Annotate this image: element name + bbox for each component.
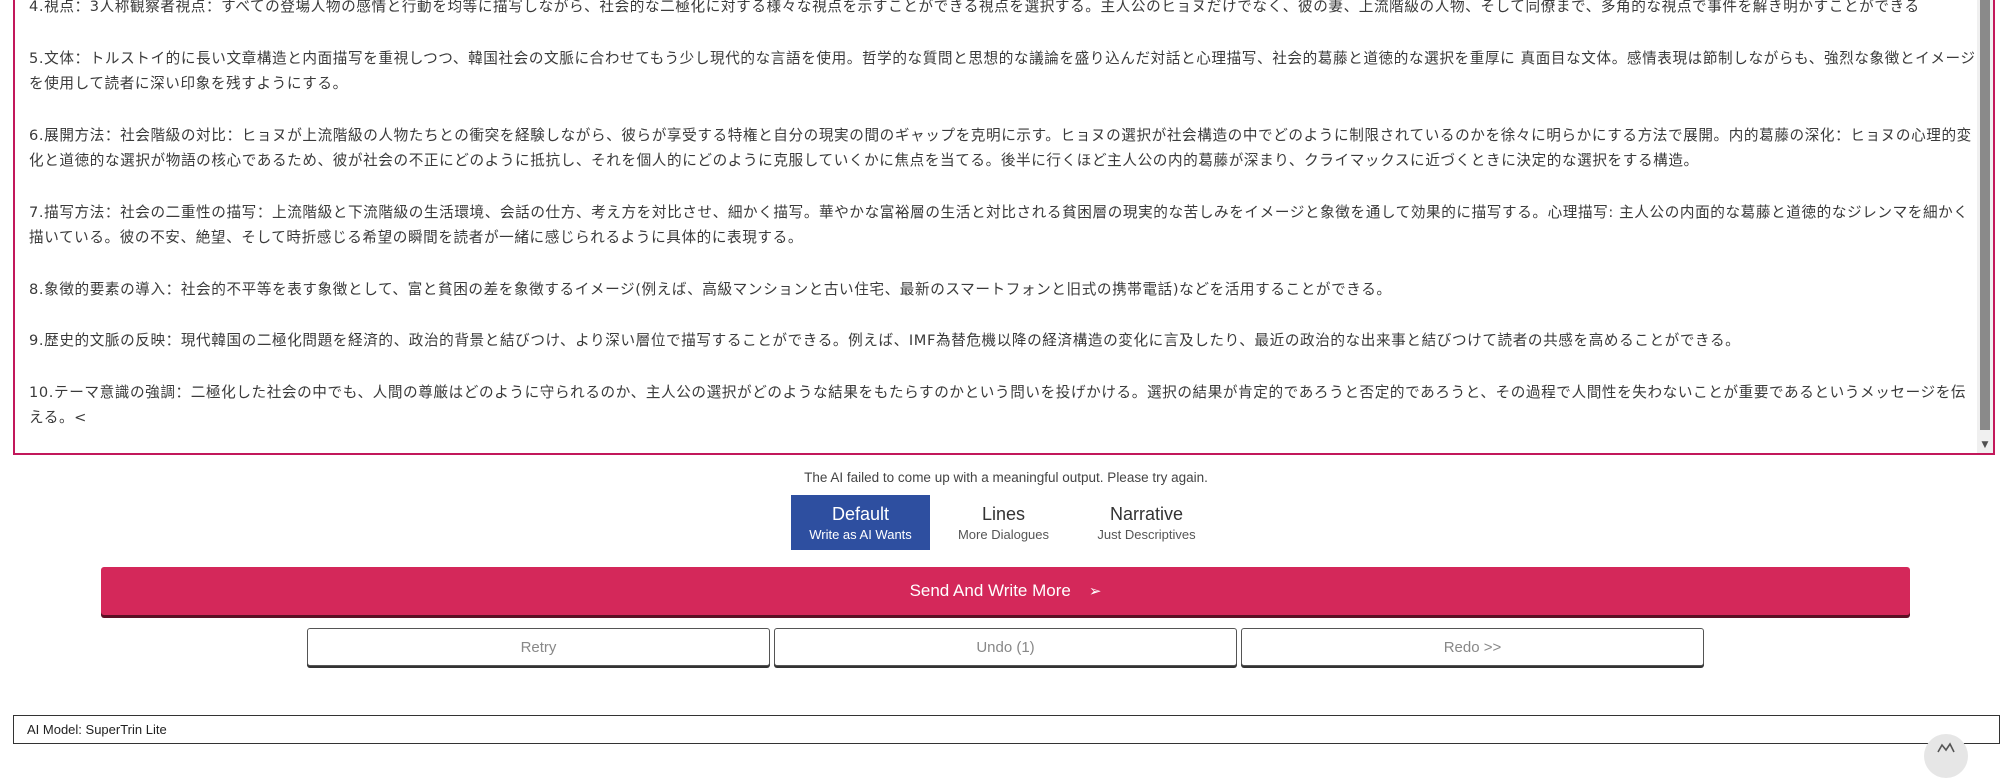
retry-button[interactable]: Retry xyxy=(307,628,770,666)
paragraph-10: 10.テーマ意識の強調：二極化した社会の中でも、人間の尊厳はどのように守られるの… xyxy=(29,383,1967,427)
send-button-label: Send And Write More xyxy=(909,581,1071,600)
story-editor[interactable]: 4.視点：3人称観察者視点：すべての登場人物の感情と行動を均等に描写しながら、社… xyxy=(13,0,1995,455)
send-and-write-more-button[interactable]: Send And Write More ➢ xyxy=(101,567,1910,615)
send-arrow-icon: ➢ xyxy=(1088,583,1102,600)
status-message: The AI failed to come up with a meaningf… xyxy=(804,470,1208,485)
paragraph-5: 5.文体：トルストイ的に長い文章構造と内面描写を重視しつつ、韓国社会の文脈に合わ… xyxy=(29,49,1976,93)
paragraph-6: 6.展開方法：社会階級の対比：ヒョヌが上流階級の人物たちとの衝突を経験しながら、… xyxy=(29,126,1972,170)
scrollbar-thumb[interactable] xyxy=(1980,0,1990,430)
scroll-down-arrow-icon[interactable]: ▼ xyxy=(1977,437,1993,453)
ai-model-selector[interactable]: AI Model: SuperTrin Lite xyxy=(13,715,2000,744)
paragraph-4: 4.視点：3人称観察者視点：すべての登場人物の感情と行動を均等に描写しながら、社… xyxy=(29,0,1920,15)
writing-mode-selector: Default Write as AI Wants Lines More Dia… xyxy=(791,495,1220,550)
mode-default-button[interactable]: Default Write as AI Wants xyxy=(791,495,930,550)
editor-scrollbar[interactable]: ▼ xyxy=(1977,0,1993,453)
mode-title: Lines xyxy=(981,503,1026,524)
mode-title: Narrative xyxy=(1109,503,1184,524)
mode-narrative-button[interactable]: Narrative Just Descriptives xyxy=(1077,495,1216,550)
mode-lines-button[interactable]: Lines More Dialogues xyxy=(934,495,1073,550)
redo-button[interactable]: Redo >> xyxy=(1241,628,1704,666)
paragraph-8: 8.象徴的要素の導入：社会的不平等を表す象徴として、富と貧困の差を象徴するイメー… xyxy=(29,280,1392,298)
history-controls: Retry Undo (1) Redo >> xyxy=(307,628,1708,666)
mode-subtitle: Write as AI Wants xyxy=(809,526,912,542)
paragraph-9: 9.歴史的文脈の反映：現代韓国の二極化問題を経済的、政治的背景と結びつけ、より深… xyxy=(29,332,1741,349)
mode-title: Default xyxy=(831,503,890,524)
paragraph-7: 7.描写方法：社会の二重性の描写：上流階級と下流階級の生活環境、会話の仕方、考え… xyxy=(29,203,1969,247)
mode-subtitle: More Dialogues xyxy=(957,526,1050,542)
ai-model-label: AI Model: SuperTrin Lite xyxy=(27,722,167,737)
undo-button[interactable]: Undo (1) xyxy=(774,628,1237,666)
chat-widget-icon[interactable] xyxy=(1924,734,1968,778)
editor-text-content[interactable]: 4.視点：3人称観察者視点：すべての登場人物の感情と行動を均等に描写しながら、社… xyxy=(29,0,1977,453)
mode-subtitle: Just Descriptives xyxy=(1097,526,1196,542)
widget-glyph-icon xyxy=(1937,742,1955,753)
